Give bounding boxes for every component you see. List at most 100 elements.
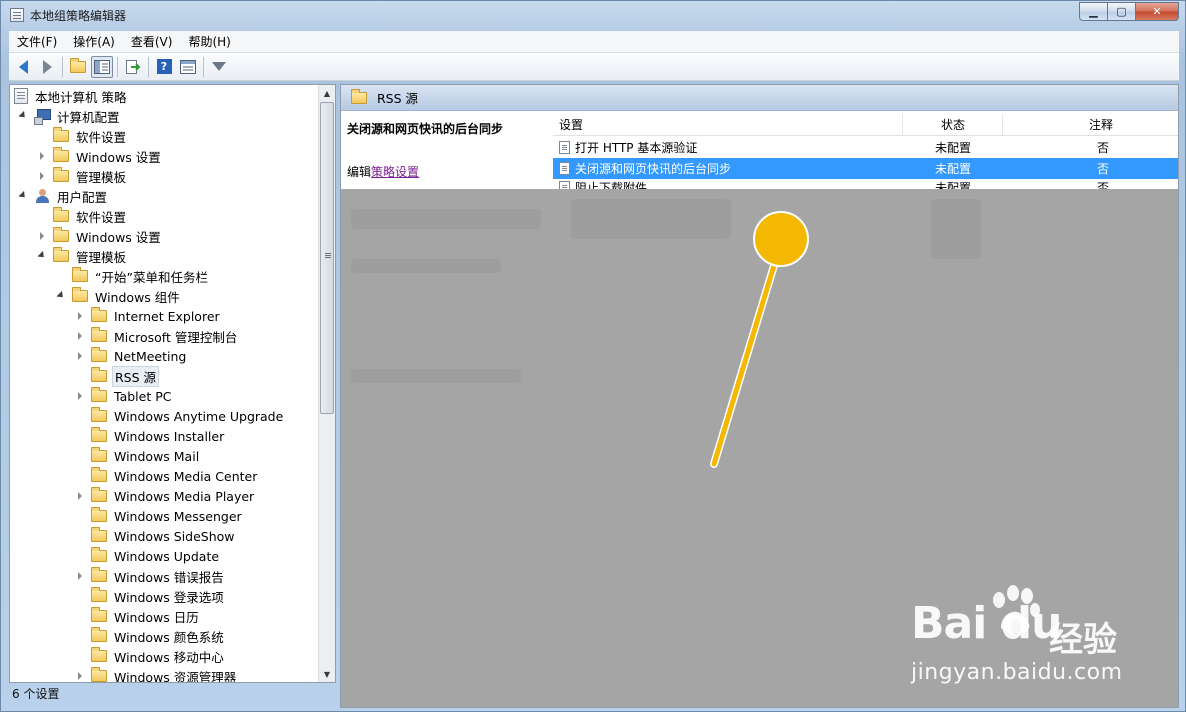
properties-button[interactable]	[177, 56, 199, 78]
tree-item-calendar[interactable]: Windows 日历	[75, 606, 201, 626]
settings-list[interactable]: 设置 状态 注释 打开 HTTP 基本源验证 未配置 否 关闭源和网页快讯的后台…	[553, 112, 1178, 192]
tree-item-explorer[interactable]: Windows 资源管理器	[75, 666, 238, 682]
setting-note: 否	[1097, 141, 1110, 155]
maximize-button[interactable]: ▢	[1107, 2, 1135, 21]
list-item-selected[interactable]: 关闭源和网页快讯的后台同步 未配置 否	[553, 158, 1178, 179]
help-button[interactable]: ?	[153, 56, 175, 78]
tree-item-start-menu[interactable]: “开始”菜单和任务栏	[56, 266, 210, 286]
collapse-icon[interactable]	[37, 151, 47, 161]
tree-pane-icon	[94, 59, 110, 74]
menu-help[interactable]: 帮助(H)	[180, 31, 238, 53]
collapse-icon[interactable]	[75, 331, 85, 341]
back-button[interactable]	[12, 56, 34, 78]
collapse-icon[interactable]	[37, 231, 47, 241]
folder-icon	[72, 287, 88, 302]
folder-icon	[91, 567, 107, 582]
tree-item-windows-components[interactable]: Windows 组件	[56, 286, 182, 306]
tree-item-windows-settings[interactable]: Windows 设置	[37, 146, 163, 166]
tree-item-mmc[interactable]: Microsoft 管理控制台	[75, 326, 239, 346]
tree-item-media-player[interactable]: Windows Media Player	[75, 486, 256, 506]
tree-item-error-reporting[interactable]: Windows 错误报告	[75, 566, 226, 586]
tree-pane[interactable]: 本地计算机 策略 计算机配置 软件设置 Windows 设置 管理模板 用户配置	[9, 84, 336, 683]
back-arrow-icon	[18, 59, 28, 74]
tree-item-media-center[interactable]: Windows Media Center	[75, 466, 259, 486]
expander-placeholder	[75, 531, 85, 541]
filter-icon	[212, 62, 226, 71]
tree-item-windows-mail[interactable]: Windows Mail	[75, 446, 201, 466]
minimize-button[interactable]: ▁	[1079, 2, 1107, 21]
show-hide-tree-button[interactable]	[91, 55, 113, 78]
toolbar-separator	[62, 56, 63, 77]
menu-file[interactable]: 文件(F)	[9, 31, 65, 53]
expand-icon[interactable]	[18, 111, 28, 121]
expander-placeholder	[75, 511, 85, 521]
tree-item-rss-feeds[interactable]: RSS 源	[75, 365, 160, 387]
watermark-url: jingyan.baidu.com	[911, 660, 1123, 685]
tree-item-tablet-pc[interactable]: Tablet PC	[75, 386, 173, 406]
tree-item-anytime-upgrade[interactable]: Windows Anytime Upgrade	[75, 406, 285, 426]
tree-item-user-config[interactable]: 用户配置	[18, 186, 109, 206]
tree-item-sideshow[interactable]: Windows SideShow	[75, 526, 237, 546]
title-bar[interactable]: 本地组策略编辑器 ▁ ▢ ✕	[1, 1, 1185, 29]
tree-item-admin-templates[interactable]: 管理模板	[37, 166, 128, 186]
tree-item-windows-settings[interactable]: Windows 设置	[37, 226, 163, 246]
tree-item-software-settings[interactable]: 软件设置	[37, 206, 128, 226]
tree-item-netmeeting[interactable]: NetMeeting	[75, 346, 188, 366]
menu-view[interactable]: 查看(V)	[123, 31, 181, 53]
scroll-thumb[interactable]	[320, 102, 334, 414]
details-header-title: RSS 源	[377, 91, 419, 106]
folder-icon	[91, 547, 107, 562]
tree-item-computer-config[interactable]: 计算机配置	[18, 106, 122, 126]
menu-action[interactable]: 操作(A)	[65, 31, 123, 53]
setting-name: 打开 HTTP 基本源验证	[575, 141, 698, 155]
window: 本地组策略编辑器 ▁ ▢ ✕ 文件(F) 操作(A) 查看(V) 帮助(H) ?	[0, 0, 1186, 712]
column-header-setting[interactable]: 设置	[553, 114, 903, 136]
export-list-button[interactable]	[122, 56, 144, 78]
tree-item-label: Windows 错误报告	[114, 569, 224, 585]
tree-item-local-policy[interactable]: 本地计算机 策略	[14, 86, 128, 106]
folder-icon	[53, 227, 69, 242]
collapse-icon[interactable]	[75, 311, 85, 321]
expander-placeholder	[56, 271, 66, 281]
tree-item-color-system[interactable]: Windows 颜色系统	[75, 626, 226, 646]
column-header-note[interactable]: 注释	[1003, 114, 1178, 136]
expander-placeholder	[75, 651, 85, 661]
expander-placeholder	[75, 431, 85, 441]
filter-button[interactable]	[208, 56, 230, 78]
collapse-icon[interactable]	[75, 571, 85, 581]
tree-item-admin-templates[interactable]: 管理模板	[37, 246, 128, 266]
blurred-text	[571, 199, 731, 239]
collapse-icon[interactable]	[75, 351, 85, 361]
folder-icon	[91, 627, 107, 642]
collapse-icon[interactable]	[75, 391, 85, 401]
blurred-text	[351, 209, 541, 229]
forward-button[interactable]	[36, 56, 58, 78]
close-button[interactable]: ✕	[1135, 2, 1179, 21]
toolbar: ?	[9, 53, 1179, 81]
tree-item-internet-explorer[interactable]: Internet Explorer	[75, 306, 222, 326]
tree-item-software-settings[interactable]: 软件设置	[37, 126, 128, 146]
expander-placeholder	[75, 371, 85, 381]
collapse-icon[interactable]	[75, 491, 85, 501]
column-header-state[interactable]: 状态	[903, 114, 1003, 136]
list-item[interactable]: 打开 HTTP 基本源验证 未配置 否	[553, 137, 1178, 158]
tree-item-logon-options[interactable]: Windows 登录选项	[75, 586, 226, 606]
tree-item-mobility-center[interactable]: Windows 移动中心	[75, 646, 226, 666]
edit-policy-link[interactable]: 策略设置	[371, 165, 419, 179]
tree-item-label: RSS 源	[112, 365, 160, 387]
up-level-button[interactable]	[67, 56, 89, 78]
tree-scrollbar[interactable]: ▲ ▼	[318, 85, 335, 682]
tree-item-messenger[interactable]: Windows Messenger	[75, 506, 244, 526]
tree-item-label: 软件设置	[76, 129, 127, 145]
scroll-down-icon[interactable]: ▼	[319, 666, 335, 682]
collapse-icon[interactable]	[75, 671, 85, 681]
expand-icon[interactable]	[56, 291, 66, 301]
expand-icon[interactable]	[18, 191, 28, 201]
setting-state: 未配置	[935, 162, 972, 176]
scroll-up-icon[interactable]: ▲	[319, 85, 335, 101]
tree-item-windows-update[interactable]: Windows Update	[75, 546, 221, 566]
tree-item-windows-installer[interactable]: Windows Installer	[75, 426, 226, 446]
tree-item-label: Windows Messenger	[114, 508, 242, 524]
expand-icon[interactable]	[37, 251, 47, 261]
collapse-icon[interactable]	[37, 171, 47, 181]
